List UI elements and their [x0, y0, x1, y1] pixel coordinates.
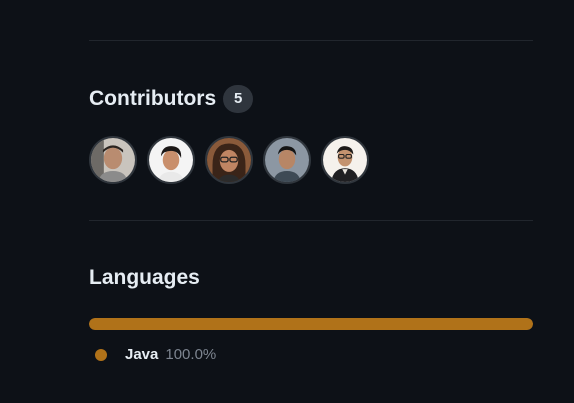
contributors-title[interactable]: Contributors — [89, 87, 216, 111]
languages-heading: Languages — [89, 266, 200, 290]
contributor-3-photo — [207, 138, 251, 182]
languages-title: Languages — [89, 266, 200, 289]
language-bar-segment-java[interactable] — [89, 318, 533, 330]
section-divider — [89, 40, 533, 41]
contributors-heading[interactable]: Contributors 5 — [89, 85, 254, 113]
contributor-5-photo — [323, 138, 367, 182]
language-color-dot — [95, 349, 107, 361]
language-progress-bar — [89, 318, 533, 330]
cut-off-link-row: ​ — [89, 0, 289, 3]
contributor-4-photo — [265, 138, 309, 182]
repo-sidebar: ​ Contributors 5 — [0, 0, 574, 403]
language-percent: 100.0% — [165, 346, 217, 363]
avatar-contributor-5[interactable] — [321, 136, 369, 184]
avatar-contributor-2[interactable] — [147, 136, 195, 184]
contributor-1-photo — [91, 138, 135, 182]
contributors-avatar-list — [89, 136, 369, 184]
contributors-count-badge: 5 — [223, 85, 254, 113]
avatar-contributor-3[interactable] — [205, 136, 253, 184]
language-item-java[interactable]: Java 100.0% — [95, 345, 216, 365]
contributor-2-photo — [149, 138, 193, 182]
section-divider — [89, 220, 533, 221]
avatar-contributor-4[interactable] — [263, 136, 311, 184]
language-name: Java — [125, 346, 159, 363]
avatar-contributor-1[interactable] — [89, 136, 137, 184]
